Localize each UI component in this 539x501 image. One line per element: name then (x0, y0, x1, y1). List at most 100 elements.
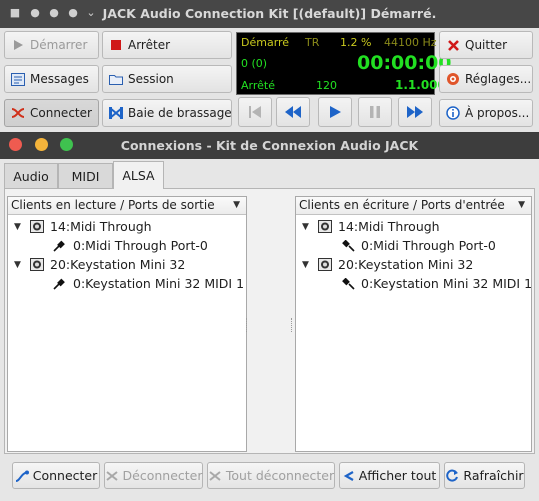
readable-port-midi-through[interactable]: 0:Midi Through Port-0 (53, 236, 208, 255)
dsp-load: 1.2 % (340, 36, 372, 49)
writable-port-keystation[interactable]: 0:Keystation Mini 32 MIDI 1 (341, 274, 532, 293)
close-icon (446, 38, 460, 52)
settings-icon (446, 72, 460, 86)
splitter-handle[interactable] (246, 318, 249, 332)
status-display: Démarré TR 1.2 % 44100 Hz 0 (0) 00:00:00… (236, 32, 452, 95)
collapse-arrow-icon[interactable]: ▼ (14, 222, 24, 232)
quit-button[interactable]: Quitter (439, 31, 533, 59)
port-name: 0:Keystation Mini 32 MIDI 1 (361, 276, 533, 291)
rewind-start-button[interactable] (238, 97, 272, 127)
splitter-handle[interactable] (291, 318, 294, 332)
input-socket-icon (342, 239, 355, 252)
port-name: 0:Keystation Mini 32 MIDI 1 (73, 276, 245, 291)
maximize-window-icon[interactable] (60, 138, 73, 151)
collapse-arrow-icon[interactable]: ▼ (302, 260, 312, 270)
server-state: Démarré (241, 36, 290, 49)
readable-header-label: Clients en lecture / Ports de sortie (11, 198, 215, 212)
messages-icon (11, 72, 25, 86)
fast-forward-button[interactable] (398, 97, 432, 127)
transport-time: 00:00:00 (357, 52, 452, 74)
disconnect-all-label: Tout déconnecter (225, 468, 335, 483)
play-button[interactable] (318, 97, 352, 127)
disconnect-all-icon (208, 470, 222, 482)
disconnect-all-button[interactable]: Tout déconnecter (207, 462, 335, 489)
client-name: 20:Keystation Mini 32 (338, 257, 474, 272)
midi-client-icon (30, 220, 44, 233)
about-button[interactable]: À propos... (439, 99, 533, 127)
connections-titlebar: Connexions - Kit de Connexion Audio JACK (0, 133, 539, 159)
input-socket-icon (342, 277, 355, 290)
expand-icon (343, 470, 355, 482)
start-button[interactable]: Démarrer (4, 31, 99, 59)
readable-client-keystation[interactable]: ▼ 20:Keystation Mini 32 (14, 255, 185, 274)
messages-button[interactable]: Messages (4, 65, 99, 93)
connect-ports-label: Connecter (32, 468, 98, 483)
disconnect-button[interactable]: Déconnecter (104, 462, 203, 489)
writable-client-midi-through[interactable]: ▼ 14:Midi Through (302, 217, 440, 236)
client-name: 14:Midi Through (338, 219, 440, 234)
connect-icon (11, 106, 25, 120)
settings-button[interactable]: Réglages... (439, 65, 533, 93)
pause-icon (370, 106, 380, 118)
patchbay-button[interactable]: Baie de brassage (102, 99, 232, 127)
connect-ports-button[interactable]: Connecter (12, 462, 100, 489)
rewind-button[interactable] (276, 97, 310, 127)
tab-audio[interactable]: Audio (4, 163, 58, 189)
collapse-arrow-icon[interactable]: ▼ (14, 260, 24, 270)
output-plug-icon (53, 240, 65, 252)
writable-header-label: Clients en écriture / Ports d'entrée (299, 198, 505, 212)
pause-button[interactable] (358, 97, 392, 127)
readable-port-keystation[interactable]: 0:Keystation Mini 32 MIDI 1 (53, 274, 244, 293)
readable-clients-panel[interactable]: Clients en lecture / Ports de sortie ▼ ▼… (7, 196, 247, 452)
info-icon (446, 106, 460, 120)
sort-arrow-icon: ▼ (233, 200, 240, 210)
refresh-button[interactable]: Rafraîchir (444, 462, 525, 489)
transport-bpm: 120 (316, 79, 337, 92)
disconnect-label: Déconnecter (122, 468, 203, 483)
minimize-window-icon[interactable] (35, 138, 48, 151)
writable-client-keystation[interactable]: ▼ 20:Keystation Mini 32 (302, 255, 473, 274)
refresh-icon (445, 469, 459, 483)
writable-header[interactable]: Clients en écriture / Ports d'entrée ▼ (296, 197, 531, 215)
output-plug-icon (53, 278, 65, 290)
collapse-arrow-icon[interactable]: ▼ (302, 222, 312, 232)
session-button-label: Session (128, 72, 174, 86)
midi-client-icon (30, 258, 44, 271)
skip-back-icon (249, 106, 261, 118)
port-name: 0:Midi Through Port-0 (73, 238, 208, 253)
fast-forward-icon (407, 106, 423, 118)
stop-button[interactable]: Arrêter (102, 31, 232, 59)
xrun-count: 0 (0) (241, 57, 268, 70)
connect-icon (15, 470, 29, 482)
expand-all-label: Afficher tout (358, 468, 437, 483)
midi-client-icon (318, 258, 332, 271)
tab-midi[interactable]: MIDI (58, 163, 113, 189)
connect-button-label: Connecter (30, 106, 92, 120)
about-button-label: À propos... (465, 106, 530, 120)
patchbay-icon (109, 106, 123, 120)
writable-clients-panel[interactable]: Clients en écriture / Ports d'entrée ▼ ▼… (295, 196, 532, 452)
messages-button-label: Messages (30, 72, 89, 86)
realtime-indicator: TR (305, 36, 320, 49)
play-icon (11, 38, 25, 52)
folder-icon (109, 72, 123, 86)
settings-button-label: Réglages... (465, 72, 532, 86)
play-icon (330, 106, 341, 118)
writable-port-midi-through[interactable]: 0:Midi Through Port-0 (341, 236, 496, 255)
quit-button-label: Quitter (465, 38, 508, 52)
readable-header[interactable]: Clients en lecture / Ports de sortie ▼ (8, 197, 246, 215)
session-button[interactable]: Session (102, 65, 232, 93)
connections-window-title: Connexions - Kit de Connexion Audio JACK (120, 138, 419, 153)
refresh-label: Rafraîchir (463, 468, 524, 483)
sample-rate: 44100 Hz (384, 36, 437, 49)
stop-button-label: Arrêter (128, 38, 171, 52)
patchbay-button-label: Baie de brassage (128, 106, 232, 120)
start-button-label: Démarrer (30, 38, 88, 52)
tab-alsa[interactable]: ALSA (113, 161, 164, 189)
expand-all-button[interactable]: Afficher tout (339, 462, 440, 489)
connect-button[interactable]: Connecter (4, 99, 99, 127)
stop-icon (109, 38, 123, 52)
close-window-icon[interactable] (9, 138, 22, 151)
jack-titlebar: ■ ● ● ● ⌄ JACK Audio Connection Kit [(de… (0, 0, 539, 28)
readable-client-midi-through[interactable]: ▼ 14:Midi Through (14, 217, 152, 236)
